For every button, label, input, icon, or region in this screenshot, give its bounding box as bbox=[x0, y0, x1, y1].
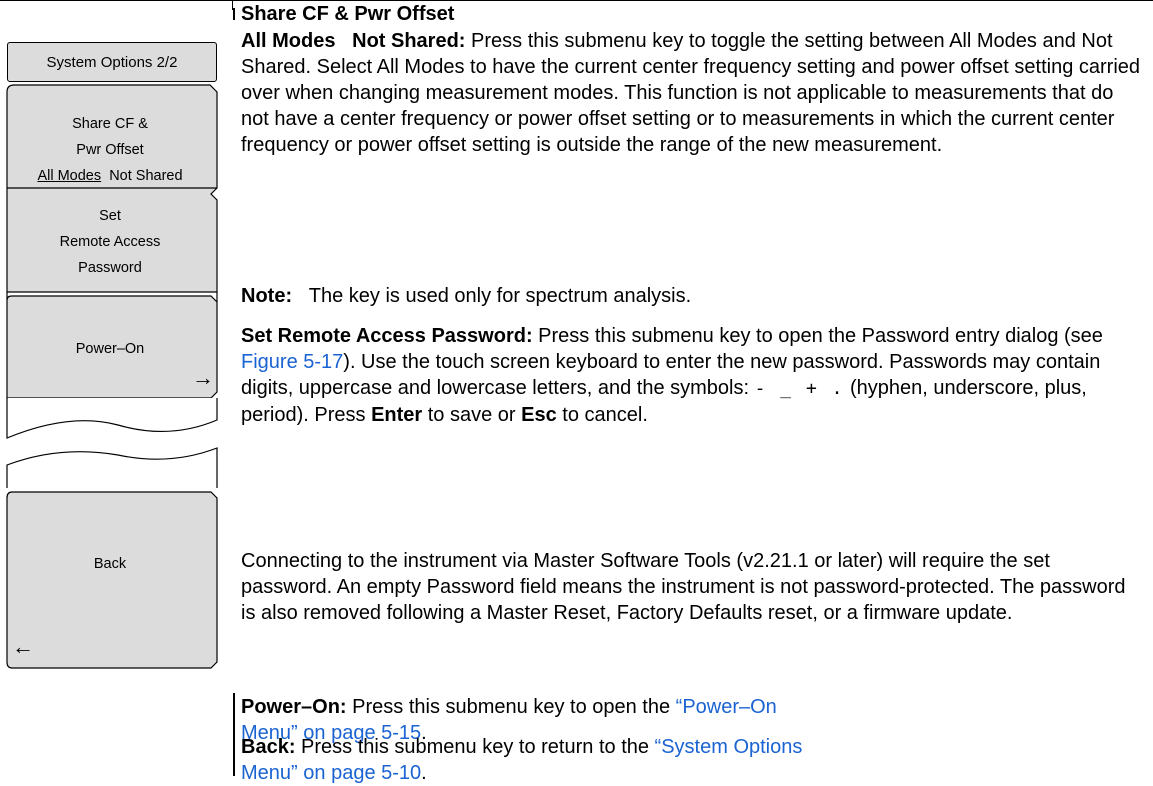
back-term: Back: bbox=[241, 736, 296, 758]
power-on-key[interactable]: Power–On bbox=[0, 336, 220, 362]
power-on-text: Press this submenu key to open the bbox=[346, 696, 676, 718]
note-text: The key is used only for spectrum analys… bbox=[308, 285, 692, 307]
password-key-line1: Set bbox=[99, 208, 121, 224]
password-text-1: Press this submenu key to open the Passw… bbox=[532, 325, 1103, 347]
set-remote-access-password-key[interactable]: Set Remote Access Password bbox=[0, 203, 220, 281]
back-end: . bbox=[421, 762, 427, 784]
option-all-modes: All Modes bbox=[37, 168, 102, 184]
share-cf-options: All Modes Not Shared bbox=[0, 163, 220, 189]
esc-key-term: Esc bbox=[521, 404, 557, 426]
power-on-label: Power–On bbox=[75, 341, 145, 357]
share-cf-line1: Share CF & bbox=[72, 116, 148, 132]
password-description: Set Remote Access Password: Press this s… bbox=[241, 323, 1141, 428]
margin-bar-poweron bbox=[233, 693, 235, 776]
back-text: Press this submenu key to return to the bbox=[295, 736, 655, 758]
right-arrow-icon: → bbox=[192, 365, 214, 390]
back-key-shape bbox=[6, 491, 218, 669]
option-not-shared: Not Shared bbox=[109, 168, 183, 184]
connecting-paragraph: Connecting to the instrument via Master … bbox=[241, 550, 1126, 624]
left-arrow-icon: ← bbox=[12, 634, 34, 659]
enter-key-term: Enter bbox=[371, 404, 423, 426]
back-key[interactable]: Back bbox=[0, 551, 220, 577]
figure-link[interactable]: Figure 5-17 bbox=[241, 351, 343, 373]
password-text-4: to save or bbox=[422, 404, 522, 426]
section-heading: Share CF & Pwr Offset bbox=[241, 3, 455, 25]
back-label: Back bbox=[93, 556, 127, 572]
note-paragraph: Note: The key is used only for spectrum … bbox=[241, 283, 1141, 309]
password-term: Set Remote Access Password: bbox=[241, 325, 533, 347]
power-on-term: Power–On: bbox=[241, 696, 347, 718]
share-cf-line2: Pwr Offset bbox=[76, 142, 144, 158]
note-term: Note: bbox=[241, 285, 293, 307]
password-key-line3: Password bbox=[78, 260, 142, 276]
system-options-page-link[interactable]: on page 5-10 bbox=[303, 762, 421, 784]
menu-break-top bbox=[6, 398, 218, 439]
menu-break-bottom bbox=[6, 447, 218, 488]
back-description: Back: Press this submenu key to return t… bbox=[241, 734, 841, 786]
share-cf-term: All Modes Not Shared: bbox=[241, 30, 466, 52]
password-text-5: to cancel. bbox=[556, 404, 648, 426]
margin-bar-top bbox=[233, 8, 235, 20]
share-cf-description: All Modes Not Shared: Press this submenu… bbox=[241, 28, 1141, 158]
password-key-line2: Remote Access bbox=[59, 234, 161, 250]
share-cf-key[interactable]: Share CF & Pwr Offset All Modes Not Shar… bbox=[0, 111, 220, 189]
password-symbols: - _ + . bbox=[754, 378, 845, 399]
